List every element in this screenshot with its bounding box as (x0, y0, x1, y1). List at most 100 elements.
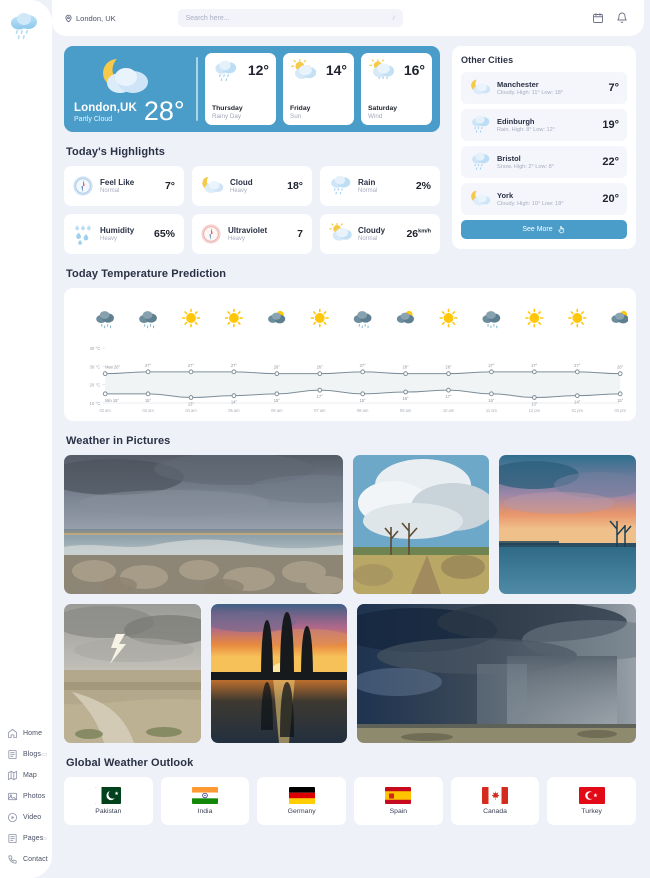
current-location[interactable]: London, UK (64, 14, 116, 23)
picture-card[interactable] (64, 604, 201, 743)
highlight-status: Heavy (228, 236, 246, 242)
chart-point (360, 391, 366, 397)
flag-turkey-icon (578, 787, 605, 804)
sidebar-item-video[interactable]: Video (0, 807, 52, 828)
highlight-status: Heavy (100, 236, 118, 242)
chart-weather-icon (396, 310, 414, 324)
country-card[interactable]: Spain (353, 777, 443, 825)
temperature-chart[interactable]: 40 °C 30 °C 20 °C 10 °C 02 am 03 am 04 am 05 am… (72, 296, 629, 417)
country-card[interactable]: Canada (450, 777, 540, 825)
country-card[interactable]: Germany (257, 777, 346, 825)
forecast-day: Saturday (368, 105, 398, 112)
sidebar-item-blogs[interactable]: Blogs ▭ (0, 744, 52, 765)
highlight-card[interactable]: Humidity Heavy 65% (64, 214, 184, 254)
city-name: Bristol (497, 154, 521, 163)
map-pin-icon (65, 14, 72, 22)
other-cities-title: Other Cities (461, 55, 514, 65)
calendar-icon[interactable] (592, 12, 604, 24)
highlight-status: Normal (358, 236, 378, 242)
chart-point (231, 393, 237, 399)
highlight-name: Cloud (230, 178, 253, 187)
chart-point (317, 387, 323, 393)
chart-weather-icon (611, 310, 629, 324)
svg-text:04 am: 04 am (185, 408, 197, 413)
highlight-card[interactable]: Ultraviolet Heavy 7 (192, 214, 312, 254)
forecast-card[interactable]: 14° Friday Sun (283, 53, 354, 125)
chart-weather-icon (568, 308, 587, 328)
highlight-name: Cloudy (358, 226, 386, 235)
highlight-name: Ultraviolet (228, 226, 268, 235)
rain-icon (215, 60, 237, 82)
chart-point (403, 371, 408, 377)
chart-point (446, 387, 451, 393)
city-row[interactable]: Edinburgh Rain. High: 8° Low: 12° 19° (461, 109, 627, 141)
top-bar: London, UK Search here... / (52, 0, 644, 36)
highlight-name: Feel Like (100, 178, 135, 187)
stormy-beach-image (64, 455, 343, 594)
forecast-temperature: 12° (247, 62, 269, 78)
search-box[interactable]: Search here... / (177, 9, 403, 27)
highlight-value: 18° (287, 180, 303, 192)
country-card[interactable]: Pakistan (64, 777, 153, 825)
forecast-condition: Sun (290, 113, 302, 120)
country-name: India (197, 808, 213, 815)
brand-logo[interactable] (0, 0, 52, 47)
chart-point-label: 27° (574, 363, 581, 368)
forecast-card[interactable]: 12° Thursday Rainy Day (205, 53, 276, 125)
svg-text:08 am: 08 am (357, 408, 369, 413)
rain-icon (472, 152, 490, 170)
bell-icon[interactable] (616, 12, 628, 24)
picture-card[interactable] (352, 455, 490, 594)
chart-weather-icon (181, 308, 201, 328)
country-card[interactable]: India (160, 777, 250, 825)
picture-card[interactable] (210, 604, 348, 743)
sidebar-item-contact[interactable]: Contact (0, 849, 52, 870)
rain-storm-plain-image (357, 604, 637, 743)
pictures-row-1 (64, 455, 637, 594)
chart-point (403, 389, 408, 395)
overview-row: London,UK Partly Cloud 28° 12° Thursday … (64, 46, 636, 254)
chart-point (317, 371, 323, 377)
chart-point-label: 13° (531, 401, 538, 406)
picture-card[interactable] (64, 455, 343, 594)
moon-cloud-icon (471, 190, 491, 206)
country-road-clouds-image (352, 455, 490, 594)
forecast-card[interactable]: 16° Saturday Wind (361, 53, 432, 125)
chart-point-label: 15° (360, 398, 367, 403)
highlight-card[interactable]: Cloud Heavy 18° (192, 166, 312, 206)
sidebar-item-label: Photos (23, 793, 46, 800)
chart-point (274, 391, 280, 397)
temperature-chart-card: 40 °C 30 °C 20 °C 10 °C 02 am 03 am 04 am 05 am… (64, 288, 636, 421)
see-more-button[interactable]: See More (461, 220, 627, 239)
city-name: York (497, 191, 514, 200)
highlight-card[interactable]: Rain Normal 2% (320, 166, 440, 206)
sun-cloud-icon (329, 223, 352, 241)
country-name: Germany (287, 808, 316, 815)
chart-point-label: Max 26° (105, 365, 120, 370)
blogs-icon (8, 749, 17, 760)
chart-point-label: 26° (445, 365, 452, 370)
chart-point-label: 27° (188, 363, 195, 368)
sidebar-item-map[interactable]: Map (0, 765, 52, 786)
country-card[interactable]: Turkey (547, 777, 636, 825)
sidebar-item-pages[interactable]: Pages ▭ (0, 828, 52, 849)
city-row[interactable]: Bristol Snow. High: 2° Low: 8° 22° (461, 146, 627, 178)
highlights-title: Today's Highlights (66, 146, 165, 158)
forecast-condition: Rainy Day (212, 113, 242, 120)
sidebar-item-home[interactable]: Home (0, 723, 52, 744)
picture-card[interactable] (499, 455, 637, 594)
flag-india-icon (191, 787, 218, 804)
picture-card[interactable] (357, 604, 637, 743)
rain-icon (331, 175, 351, 195)
see-more-label: See More (522, 226, 553, 233)
city-row[interactable]: Manchester Cloudy. High: 11° Low: 18° 7° (461, 72, 627, 104)
video-icon (7, 812, 18, 823)
chart-point-label: 14° (231, 400, 238, 405)
city-row[interactable]: York Cloudy. High: 10° Low: 18° 20° (461, 183, 627, 215)
sidebar-item-photos[interactable]: Photos (0, 786, 52, 807)
highlight-card[interactable]: Cloudy Normal 26km/h (320, 214, 440, 254)
chart-point-label: 27° (231, 363, 238, 368)
highlight-value: 26km/h (406, 228, 431, 240)
chart-point-label: 26° (274, 365, 281, 370)
highlight-card[interactable]: Feel Like Normal 7° (64, 166, 184, 206)
